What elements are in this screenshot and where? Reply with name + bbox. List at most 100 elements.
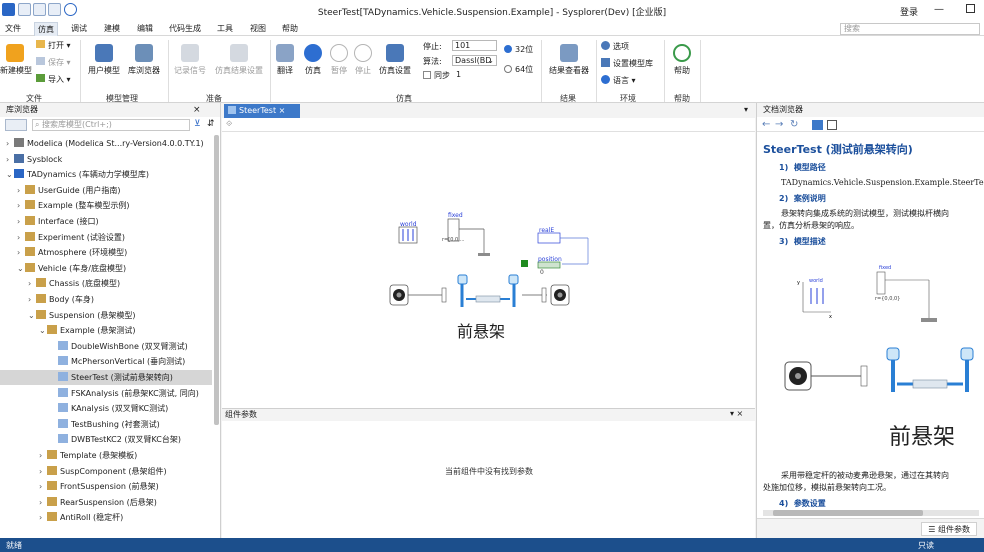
minimize-button[interactable]: — (934, 4, 944, 15)
tree-scrollbar[interactable] (214, 135, 219, 425)
expand-arrow-icon[interactable]: › (6, 136, 14, 151)
expand-arrow-icon[interactable]: › (28, 292, 36, 307)
fixed-component[interactable]: fixed r=[0,0,... (442, 212, 490, 256)
breadcrumb[interactable]: ⟐ (222, 119, 755, 132)
tree-item[interactable]: › Modelica (Modelica St...ry-Version4.0.0… (0, 136, 212, 151)
refresh-icon[interactable]: ↻ (790, 119, 798, 130)
collapse-all-icon[interactable]: ⇵ (207, 119, 215, 129)
menu-tools[interactable]: 工具 (214, 22, 236, 36)
front-suspension-component[interactable]: 前悬架 (389, 274, 570, 341)
stop-time-input[interactable]: 101 (452, 40, 497, 51)
tree-item[interactable]: DoubleWishBone (双叉臂测试) (0, 339, 212, 354)
close-icon[interactable]: × (279, 106, 286, 115)
options-button[interactable]: 选项 (601, 41, 629, 52)
expand-arrow-icon[interactable]: ⌄ (17, 261, 25, 276)
sim-result-settings-button[interactable]: 仿真结果设置 (213, 44, 265, 76)
menu-simulation[interactable]: 仿真 (34, 22, 58, 37)
sim-settings-button[interactable]: 仿真设置 (377, 44, 413, 76)
expand-arrow-icon[interactable]: › (6, 152, 14, 167)
simulate-button[interactable]: 仿真 (300, 44, 326, 76)
expand-arrow-icon[interactable]: › (39, 479, 47, 494)
result-viewer-button[interactable]: 结果查看器 (545, 44, 593, 76)
close-icon[interactable]: × (193, 105, 201, 115)
login-link[interactable]: 登录 (900, 5, 918, 18)
expand-arrow-icon[interactable]: › (28, 276, 36, 291)
tree-item[interactable]: › RearSuspension (后悬架) (0, 495, 212, 510)
tree-item[interactable]: ⌄ Example (悬架测试) (0, 323, 212, 338)
language-button[interactable]: 语言 ▾ (601, 75, 636, 86)
open-button[interactable]: 打开 ▾ (36, 40, 71, 51)
expand-arrow-icon[interactable]: › (39, 510, 47, 525)
bit32-radio[interactable]: 32位 (504, 44, 533, 55)
tree-item[interactable]: › SuspComponent (悬架组件) (0, 464, 212, 479)
menu-modeling[interactable]: 建模 (101, 22, 123, 36)
new-model-button[interactable]: 新建模型 (0, 44, 32, 76)
filter-icon[interactable]: ⊻ (194, 119, 201, 129)
user-model-button[interactable]: 用户模型 (86, 44, 122, 76)
save-button[interactable]: 保存 ▾ (36, 57, 71, 68)
bit64-radio[interactable]: 64位 (504, 64, 533, 75)
tree-item[interactable]: › Atmosphere (环境模型) (0, 245, 212, 260)
tree-item[interactable]: FSKAnalysis (前悬架KC测试, 同向) (0, 386, 212, 401)
tree-item[interactable]: SteerTest (测试前悬架转向) (0, 370, 212, 385)
tree-item[interactable]: ⌄ Vehicle (车身/底盘模型) (0, 261, 212, 276)
tree-item[interactable]: KAnalysis (双叉臂KC测试) (0, 401, 212, 416)
library-view-toggle[interactable] (5, 119, 27, 131)
expand-arrow-icon[interactable]: › (17, 230, 25, 245)
library-browser-button[interactable]: 库浏览器 (126, 44, 162, 76)
set-model-lib-button[interactable]: 设置模型库 (601, 58, 653, 69)
record-signal-button[interactable]: 记录信号 (172, 44, 208, 76)
tree-item[interactable]: › UserGuide (用户指南) (0, 183, 212, 198)
expand-arrow-icon[interactable]: › (39, 495, 47, 510)
menu-help[interactable]: 帮助 (279, 22, 301, 36)
tree-item[interactable]: ⌄ TADynamics (车辆动力学模型库) (0, 167, 212, 182)
tree-item[interactable]: › Example (整车模型示例) (0, 198, 212, 213)
back-icon[interactable]: ← (762, 119, 770, 130)
doc-view-icon[interactable] (812, 120, 823, 130)
import-button[interactable]: 导入 ▾ (36, 74, 71, 85)
menu-file[interactable]: 文件 (2, 22, 24, 36)
forward-icon[interactable]: → (775, 119, 783, 130)
edit-doc-icon[interactable] (827, 120, 837, 130)
params-menu-icon[interactable]: ▾ × (730, 409, 743, 418)
tab-menu-icon[interactable]: ▾ (744, 105, 748, 114)
expand-arrow-icon[interactable]: › (39, 464, 47, 479)
expand-arrow-icon[interactable]: ⌄ (6, 167, 14, 182)
pause-button[interactable]: 暂停 (326, 44, 352, 76)
tree-item[interactable]: › Template (悬架模板) (0, 448, 212, 463)
menu-debug[interactable]: 调试 (68, 22, 90, 36)
help-button[interactable]: 帮助 (669, 44, 695, 76)
tree-item[interactable]: › Sysblock (0, 152, 212, 167)
search-input[interactable]: 搜索 (840, 23, 980, 35)
position-component[interactable]: position 0 (521, 256, 562, 276)
menu-codegen[interactable]: 代码生成 (166, 22, 204, 36)
tree-item[interactable]: ⌄ Suspension (悬架模型) (0, 308, 212, 323)
diagram-canvas[interactable]: world fixed r=[0,0,... realE position 0 (222, 133, 755, 403)
world-component[interactable]: world (398, 221, 418, 244)
tree-item[interactable]: › Experiment (试验设置) (0, 230, 212, 245)
tree-item[interactable]: › FrontSuspension (前悬架) (0, 479, 212, 494)
algorithm-select[interactable]: Dassl(BD ⌄ (452, 55, 497, 66)
doc-scroll-thumb[interactable] (773, 510, 923, 516)
expand-arrow-icon[interactable]: › (17, 183, 25, 198)
menu-view[interactable]: 视图 (247, 22, 269, 36)
tab-steertest[interactable]: SteerTest × (224, 104, 300, 118)
expand-arrow-icon[interactable]: ⌄ (28, 308, 36, 323)
stop-button[interactable]: 停止 (350, 44, 376, 76)
tab-component-params[interactable]: ☰ 组件参数 (921, 522, 977, 536)
maximize-button[interactable] (966, 4, 975, 13)
tree-item[interactable]: › AntiRoll (稳定杆) (0, 510, 212, 525)
tree-item[interactable]: DWBTestKC2 (双叉臂KC台架) (0, 432, 212, 447)
tree-item[interactable]: McPhersonVertical (垂向测试) (0, 354, 212, 369)
library-search-input[interactable]: ⌕ 搜索库模型(Ctrl+;) (32, 119, 190, 131)
doc-horizontal-scrollbar[interactable] (763, 510, 979, 516)
tree-item[interactable]: TestBushing (衬套测试) (0, 417, 212, 432)
expand-arrow-icon[interactable]: ⌄ (39, 323, 47, 338)
tree-item[interactable]: › Chassis (底盘模型) (0, 276, 212, 291)
expand-arrow-icon[interactable]: › (17, 214, 25, 229)
tree-item[interactable]: › Body (车身) (0, 292, 212, 307)
expand-arrow-icon[interactable]: › (39, 448, 47, 463)
expand-arrow-icon[interactable]: › (17, 198, 25, 213)
expand-arrow-icon[interactable]: › (17, 245, 25, 260)
sync-checkbox[interactable]: 同步 (423, 70, 450, 81)
